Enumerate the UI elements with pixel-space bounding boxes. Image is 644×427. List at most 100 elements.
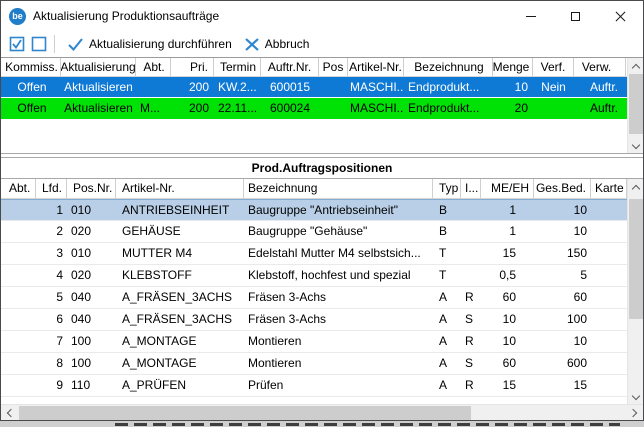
- cell-typ: A: [433, 287, 461, 308]
- cell-lfd: 7: [36, 331, 67, 352]
- scroll-up-arrow[interactable]: [628, 58, 644, 73]
- cell-meeh: 60: [481, 353, 534, 374]
- section-title: Prod.Auftragspositionen: [252, 161, 393, 175]
- cell-pos: [319, 77, 348, 97]
- position-row[interactable]: 1010ANTRIEBSEINHEITBaugruppe "Antriebsei…: [1, 199, 627, 221]
- scroll-right-arrow[interactable]: [627, 405, 643, 420]
- cell-bezeichnung: Baugruppe "Antriebseinheit": [244, 200, 433, 220]
- column-header-gesbed[interactable]: Ges.Bed.: [534, 179, 591, 198]
- scrollbar-thumb[interactable]: [629, 199, 643, 319]
- column-header-bezeichnung[interactable]: Bezeichnung: [244, 179, 433, 198]
- cell-aktualisierung: Aktualisieren: [61, 98, 136, 119]
- position-row[interactable]: 4020KLEBSTOFFKlebstoff, hochfest und spe…: [1, 265, 627, 287]
- cell-pri: 200: [171, 77, 214, 97]
- scrollbar-thumb[interactable]: [629, 74, 643, 134]
- run-update-label: Aktualisierung durchführen: [89, 37, 232, 51]
- scroll-down-arrow[interactable]: [628, 138, 644, 153]
- cell-kommiss: Offen: [3, 98, 61, 119]
- orders-vertical-scrollbar[interactable]: [627, 58, 643, 153]
- cell-auftrnr: 600024: [261, 98, 319, 119]
- cell-kommiss: Offen: [3, 77, 61, 97]
- column-header-lfd[interactable]: Lfd.: [36, 179, 67, 198]
- cell-typ: T: [433, 243, 461, 264]
- x-icon: [244, 37, 260, 52]
- minimize-button[interactable]: [508, 1, 553, 31]
- cell-ind: S: [461, 353, 481, 374]
- cell-artikelnr: MUTTER M4: [116, 243, 244, 264]
- check-icon: [67, 37, 84, 52]
- scrollbar-thumb[interactable]: [19, 406, 471, 420]
- order-row[interactable]: OffenAktualisieren200KW.2...600015MASCHI…: [1, 77, 627, 98]
- empty-checkbox-icon: [31, 36, 47, 52]
- column-header-verw[interactable]: Verw.: [574, 58, 626, 76]
- chevron-left-icon: [7, 409, 15, 417]
- scroll-up-arrow[interactable]: [628, 179, 643, 194]
- scroll-left-arrow[interactable]: [1, 405, 17, 420]
- cell-abt: [3, 265, 36, 286]
- column-header-aktualisierung[interactable]: Aktualisierung: [61, 58, 136, 76]
- cell-ind: R: [461, 375, 481, 396]
- column-header-ind[interactable]: I...: [461, 179, 481, 198]
- select-all-checkbox[interactable]: [9, 36, 25, 52]
- column-header-posnr[interactable]: Pos.Nr.: [67, 179, 116, 198]
- position-row[interactable]: 6040A_FRÄSEN_3ACHSFräsen 3-AchsAS10100: [1, 309, 627, 331]
- run-update-button[interactable]: Aktualisierung durchführen: [61, 31, 238, 57]
- position-row[interactable]: 3010MUTTER M4Edelstahl Mutter M4 selbsts…: [1, 243, 627, 265]
- position-row[interactable]: 7100A_MONTAGEMontierenAR1010: [1, 331, 627, 353]
- column-header-artikelnr[interactable]: Artikel-Nr.: [348, 58, 404, 76]
- maximize-button[interactable]: [553, 1, 598, 31]
- position-row[interactable]: 8100A_MONTAGEMontierenAS60600: [1, 353, 627, 375]
- cell-pos: [319, 98, 348, 119]
- positions-horizontal-scrollbar[interactable]: [1, 404, 643, 420]
- orders-table: Kommiss.AktualisierungAbt.Pri.TerminAuft…: [1, 58, 643, 154]
- cell-meeh: 15: [481, 375, 534, 396]
- cell-artikelnr: ANTRIEBSEINHEIT: [116, 200, 244, 220]
- cell-pri: 200: [171, 98, 214, 119]
- order-row[interactable]: OffenAktualisierenM...20022.11...600024 M…: [1, 98, 627, 119]
- cell-bezeichnung: Fräsen 3-Achs: [244, 309, 433, 330]
- cell-gesbed: 60: [534, 287, 591, 308]
- column-header-kommiss[interactable]: Kommiss.: [3, 58, 61, 76]
- position-row[interactable]: 5040A_FRÄSEN_3ACHSFräsen 3-AchsAR6060: [1, 287, 627, 309]
- column-header-termin[interactable]: Termin: [214, 58, 261, 76]
- cell-meeh: 60: [481, 287, 534, 308]
- cell-meeh: 10: [481, 331, 534, 352]
- deselect-all-checkbox[interactable]: [31, 36, 47, 52]
- checked-checkbox-icon: [9, 36, 25, 52]
- cell-aktualisierung: Aktualisieren: [61, 77, 136, 97]
- cell-bezeichnung: Baugruppe "Gehäuse": [244, 221, 433, 242]
- column-header-verf[interactable]: Verf.: [533, 58, 574, 76]
- column-header-pri[interactable]: Pri.: [171, 58, 214, 76]
- minimize-icon: [526, 16, 536, 17]
- cell-lfd: 1: [36, 200, 67, 220]
- position-row[interactable]: 2020GEHÄUSEBaugruppe "Gehäuse"B110: [1, 221, 627, 243]
- positions-vertical-scrollbar[interactable]: [627, 179, 643, 404]
- positions-table-header: Abt.Lfd.Pos.Nr.Artikel-Nr.BezeichnungTyp…: [1, 179, 627, 199]
- cell-typ: A: [433, 375, 461, 396]
- cell-artikelnr: MASCHI...: [348, 98, 404, 119]
- column-header-abt[interactable]: Abt.: [3, 179, 36, 198]
- cell-termin: 22.11...: [214, 98, 261, 119]
- dialog-window: be Aktualisierung Produktionsaufträge Ak…: [0, 0, 644, 421]
- cell-karte: [591, 243, 627, 264]
- column-header-karte[interactable]: Karte: [591, 179, 627, 198]
- column-header-pos[interactable]: Pos: [319, 58, 348, 76]
- cell-abt: M...: [136, 98, 171, 119]
- cell-lfd: 6: [36, 309, 67, 330]
- cell-posnr: 020: [67, 265, 116, 286]
- scroll-down-arrow[interactable]: [628, 389, 643, 404]
- cell-artikelnr: MASCHI...: [348, 77, 404, 97]
- column-header-typ[interactable]: Typ: [433, 179, 461, 198]
- column-header-meeh[interactable]: ME/EH: [481, 179, 534, 198]
- cell-lfd: 4: [36, 265, 67, 286]
- chevron-right-icon: [629, 409, 637, 417]
- cell-menge: 20: [493, 98, 533, 119]
- cancel-button[interactable]: Abbruch: [238, 31, 316, 57]
- position-row[interactable]: 9110A_PRÜFENPrüfenAR1515: [1, 375, 627, 397]
- column-header-auftrnr[interactable]: Auftr.Nr.: [261, 58, 319, 76]
- column-header-bezeichnung[interactable]: Bezeichnung: [404, 58, 493, 76]
- column-header-artikelnr[interactable]: Artikel-Nr.: [116, 179, 244, 198]
- close-button[interactable]: [598, 1, 643, 31]
- column-header-abt[interactable]: Abt.: [136, 58, 171, 76]
- column-header-menge[interactable]: Menge: [493, 58, 533, 76]
